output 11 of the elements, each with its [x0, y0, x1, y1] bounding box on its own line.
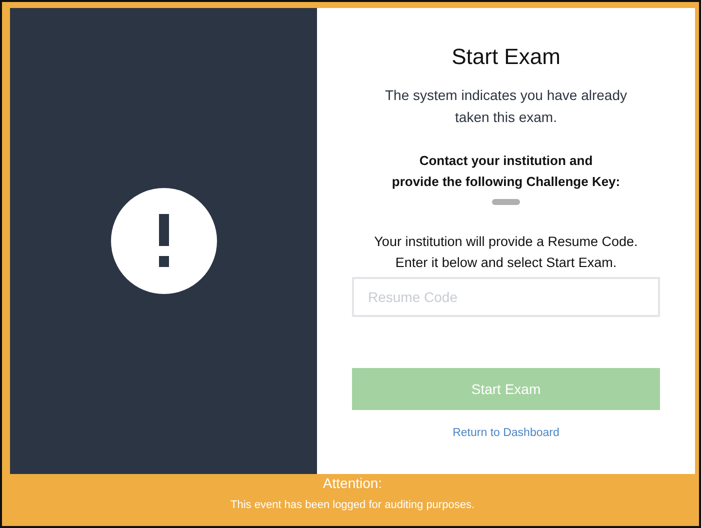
- dialog-title: Start Exam: [452, 44, 560, 70]
- redacted-key: [492, 199, 520, 205]
- dashboard-link[interactable]: Return to Dashboard: [452, 427, 560, 439]
- attention-title: Attention:: [322, 475, 382, 491]
- message-text: The system indicates you have already taken this exam.: [384, 86, 628, 127]
- instruction-text: Contact your institution and: [419, 152, 593, 170]
- instruction-text: provide the following Challenge Key:: [392, 173, 620, 191]
- alert-icon: [110, 187, 218, 295]
- info-text: Your institution will provide a Resume Code.: [374, 233, 638, 251]
- info-text: Enter it below and select Start Exam.: [395, 254, 617, 272]
- attention-message: This event has been logged for auditing purposes.: [230, 499, 474, 511]
